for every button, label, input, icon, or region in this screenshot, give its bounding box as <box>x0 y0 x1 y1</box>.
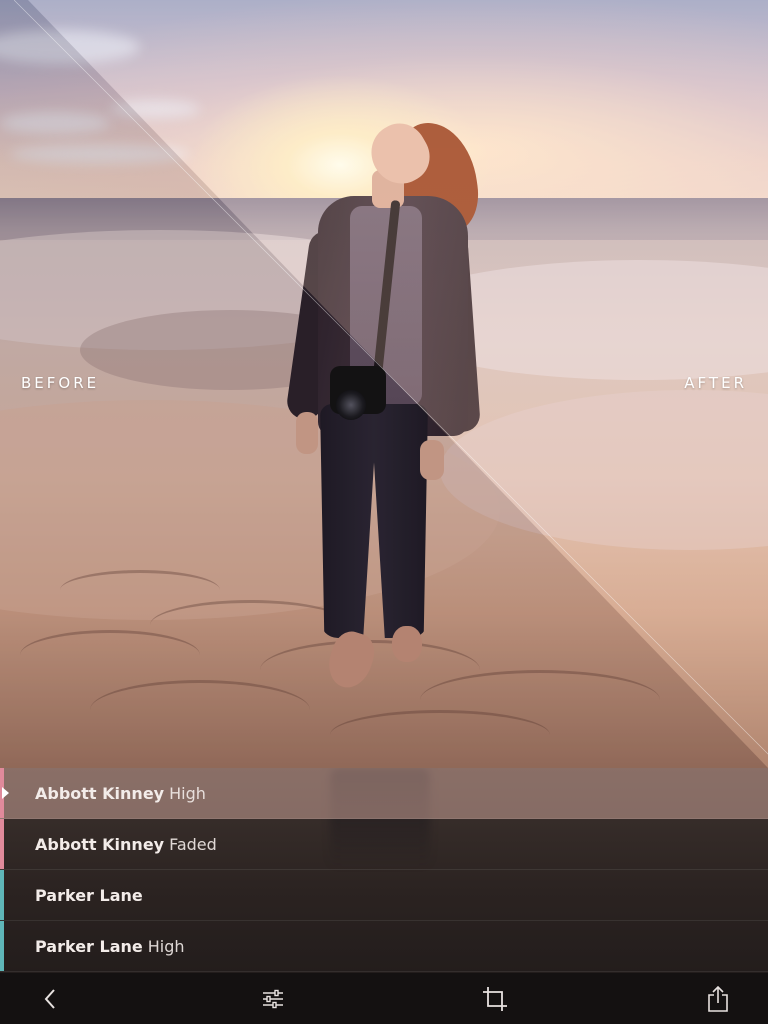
filter-item-abbott-kinney-high[interactable]: Abbott Kinney High <box>0 768 768 819</box>
after-label: AFTER <box>684 374 747 392</box>
filter-name: Abbott Kinney <box>35 783 165 803</box>
share-button[interactable] <box>700 981 736 1017</box>
back-icon <box>44 988 55 1009</box>
filter-item-abbott-kinney-faded[interactable]: Abbott Kinney Faded <box>0 819 768 870</box>
share-icon <box>708 985 728 1012</box>
before-after-divider[interactable] <box>14 0 768 768</box>
photo-preview[interactable]: BEFORE AFTER <box>0 0 768 768</box>
filter-variant: Faded <box>169 834 217 854</box>
bottom-toolbar <box>0 973 768 1024</box>
sliders-icon <box>262 989 283 1008</box>
back-button[interactable] <box>32 981 68 1017</box>
filter-item-parker-lane[interactable]: Parker Lane <box>0 870 768 921</box>
filter-variant: High <box>169 783 206 803</box>
filter-variant: High <box>147 936 185 956</box>
filter-list[interactable]: Abbott Kinney High Abbott Kinney Faded P… <box>0 768 768 973</box>
crop-icon <box>483 986 508 1011</box>
filter-color-stripe <box>0 921 4 971</box>
adjust-button[interactable] <box>255 981 291 1017</box>
filter-color-stripe <box>0 870 4 920</box>
filter-name: Abbott Kinney <box>35 834 165 854</box>
filter-name: Parker Lane <box>35 936 143 956</box>
filter-item-parker-lane-high[interactable]: Parker Lane High <box>0 921 768 972</box>
selected-indicator-icon <box>2 787 9 799</box>
before-label: BEFORE <box>21 374 100 392</box>
filter-color-stripe <box>0 819 4 869</box>
filter-name: Parker Lane <box>35 885 143 905</box>
crop-button[interactable] <box>477 981 513 1017</box>
